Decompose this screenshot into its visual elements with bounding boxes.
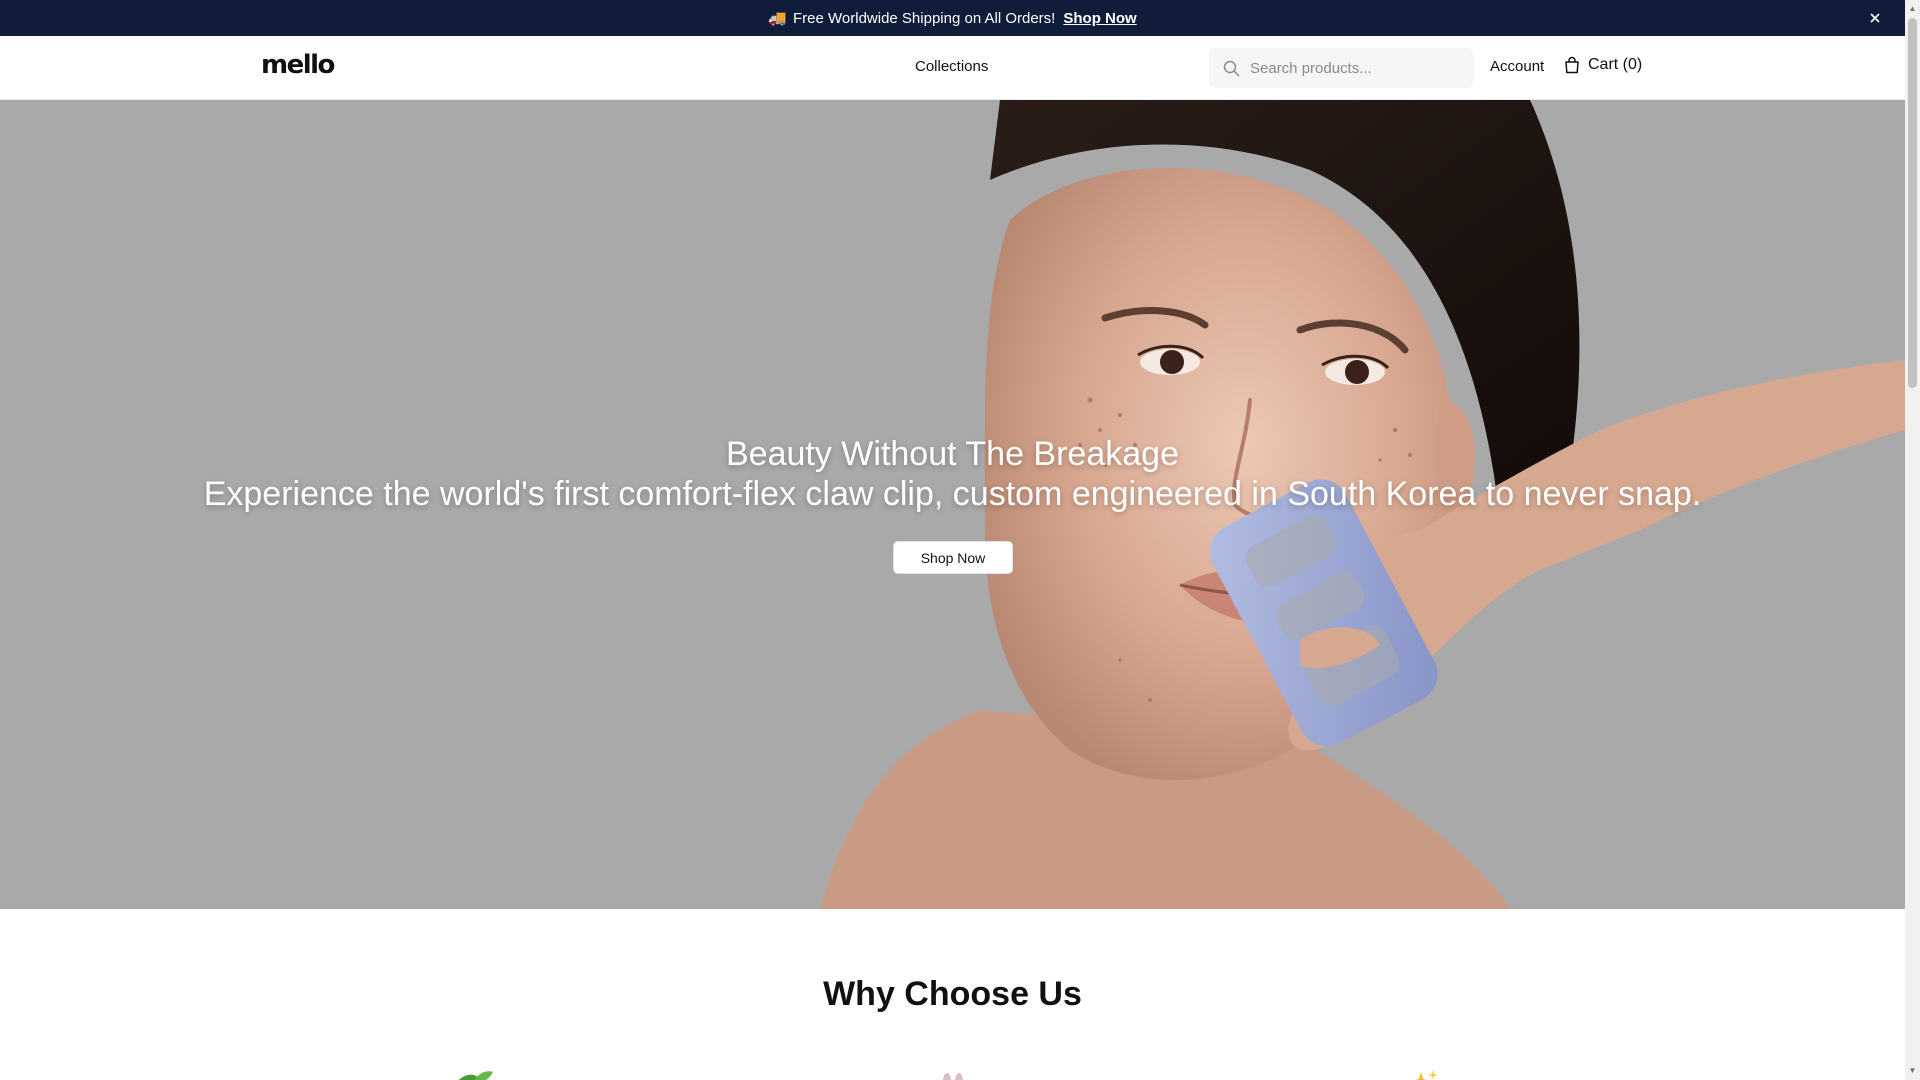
sparkles-icon — [1413, 1067, 1439, 1080]
hero-title: Beauty Without The Breakage — [726, 435, 1179, 473]
bunny-icon — [940, 1067, 966, 1080]
announcement-shop-now-link[interactable]: Shop Now — [1063, 10, 1136, 27]
close-icon[interactable] — [1865, 8, 1885, 28]
logo[interactable]: mello — [261, 50, 335, 80]
search-input[interactable] — [1250, 59, 1460, 77]
account-link[interactable]: Account — [1490, 58, 1544, 75]
announcement-bar: 🚚 Free Worldwide Shipping on All Orders!… — [0, 0, 1905, 36]
scrollbar-thumb[interactable] — [1908, 18, 1917, 388]
page-scrollbar[interactable]: ▲ ▼ — [1905, 0, 1920, 1080]
scroll-up-arrow-icon[interactable]: ▲ — [1908, 2, 1917, 14]
nav-collections[interactable]: Collections — [915, 58, 988, 75]
shopping-bag-icon — [1565, 56, 1579, 74]
cart-label: Cart (0) — [1588, 56, 1643, 73]
hero-shop-now-button[interactable]: Shop Now — [893, 541, 1013, 574]
site-header: mello Collections Account Cart (0) — [0, 36, 1905, 100]
truck-icon: 🚚 — [768, 10, 787, 27]
scroll-down-arrow-icon[interactable]: ▼ — [1908, 1064, 1917, 1076]
leaf-icon — [453, 1067, 495, 1080]
search-icon — [1223, 60, 1240, 76]
hero-banner: Beauty Without The Breakage Experience t… — [0, 100, 1905, 909]
announcement-text: Free Worldwide Shipping on All Orders! — [793, 9, 1056, 27]
hero-subtitle: Experience the world's first comfort-fle… — [203, 475, 1702, 513]
cart-button[interactable]: Cart (0) — [1564, 56, 1642, 74]
page: 🚚 Free Worldwide Shipping on All Orders!… — [0, 0, 1905, 1080]
search-box[interactable] — [1209, 48, 1474, 88]
why-choose-us-heading: Why Choose Us — [823, 975, 1082, 1013]
